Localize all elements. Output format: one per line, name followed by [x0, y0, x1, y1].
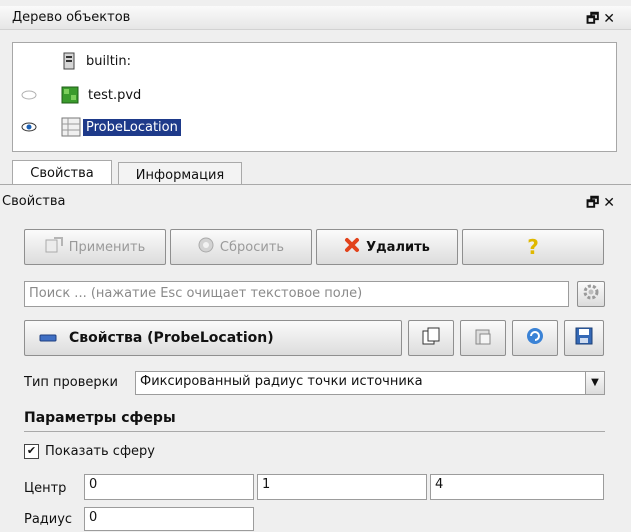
radius-label: Радиус: [24, 512, 73, 527]
pipeline-browser-title: Дерево объектов: [12, 10, 131, 25]
reset-label: Сбросить: [219, 239, 285, 255]
sphere-section-title: Параметры сферы: [24, 410, 176, 426]
apply-button[interactable]: Применить: [24, 229, 166, 265]
apply-icon: [45, 237, 63, 257]
dataset-icon: [61, 85, 81, 105]
pipeline-browser-titlebar: Дерево объектов 🗗✕: [0, 6, 631, 30]
paste-icon: [474, 327, 492, 349]
show-sphere-label: Показать сферу: [45, 444, 155, 459]
tree-item-probelocation[interactable]: ProbeLocation: [19, 115, 181, 139]
tab-properties[interactable]: Свойства: [12, 160, 112, 185]
probe-type-value: Фиксированный радиус точки источника: [140, 374, 423, 389]
server-icon: [63, 52, 75, 70]
delete-button[interactable]: Удалить: [316, 229, 458, 265]
panel-controls: 🗗✕: [586, 192, 619, 216]
properties-title: Свойства: [2, 194, 66, 209]
probe-type-select[interactable]: Фиксированный радиус точки источника ▼: [135, 371, 605, 395]
eye-visible-icon[interactable]: [19, 122, 39, 132]
reset-button[interactable]: Сбросить: [170, 229, 312, 265]
paste-properties-button[interactable]: [460, 320, 506, 356]
float-panel-icon[interactable]: 🗗: [586, 195, 603, 211]
eye-hidden-icon[interactable]: [19, 90, 39, 100]
tab-information[interactable]: Информация: [118, 162, 242, 185]
properties-titlebar: Свойства 🗗✕: [0, 190, 631, 214]
save-icon: [575, 327, 593, 349]
center-y-field[interactable]: 1: [257, 474, 427, 500]
gear-icon: [582, 283, 600, 305]
show-sphere-checkbox[interactable]: ✔: [24, 444, 39, 459]
delete-label: Удалить: [366, 239, 430, 255]
tree-item-builtin[interactable]: builtin:: [63, 49, 134, 73]
advanced-settings-button[interactable]: [577, 281, 605, 307]
center-label: Центр: [24, 481, 67, 496]
tree-item-label: builtin:: [86, 53, 132, 69]
apply-label: Применить: [68, 239, 146, 255]
panel-controls: 🗗✕: [586, 8, 619, 32]
properties-group-toggle[interactable]: Свойства (ProbeLocation): [24, 320, 402, 356]
float-panel-icon[interactable]: 🗗: [586, 11, 603, 27]
tab-divider: [0, 184, 631, 185]
copy-icon: [422, 327, 440, 349]
reset-icon: [198, 237, 214, 257]
save-defaults-button[interactable]: [564, 320, 604, 356]
tree-item-label: test.pvd: [88, 87, 142, 103]
filter-icon: [61, 117, 81, 137]
tree-item-label: ProbeLocation: [83, 118, 181, 136]
properties-group-title: Свойства (ProbeLocation): [69, 330, 274, 346]
pipeline-tree: builtin: test.pvd ProbeLocation: [12, 42, 617, 152]
center-x-field[interactable]: 0: [84, 474, 254, 500]
radius-field[interactable]: 0: [84, 507, 254, 531]
collapse-icon: [39, 330, 57, 346]
help-icon: ?: [527, 235, 539, 259]
close-panel-icon[interactable]: ✕: [603, 195, 619, 211]
center-z-field[interactable]: 4: [430, 474, 604, 500]
close-panel-icon[interactable]: ✕: [603, 11, 619, 27]
refresh-icon: [526, 327, 544, 349]
probe-type-label: Тип проверки: [24, 375, 118, 390]
show-sphere-row: ✔ Показать сферу: [24, 444, 155, 459]
delete-icon: [344, 237, 360, 257]
restore-defaults-button[interactable]: [512, 320, 558, 356]
section-divider: [24, 431, 605, 432]
tree-item-test-pvd[interactable]: test.pvd: [19, 83, 144, 107]
help-button[interactable]: ?: [462, 229, 604, 265]
copy-properties-button[interactable]: [408, 320, 454, 356]
search-input[interactable]: Поиск ... (нажатие Esc очищает текстовое…: [24, 281, 569, 307]
dropdown-arrow-icon[interactable]: ▼: [585, 372, 604, 394]
